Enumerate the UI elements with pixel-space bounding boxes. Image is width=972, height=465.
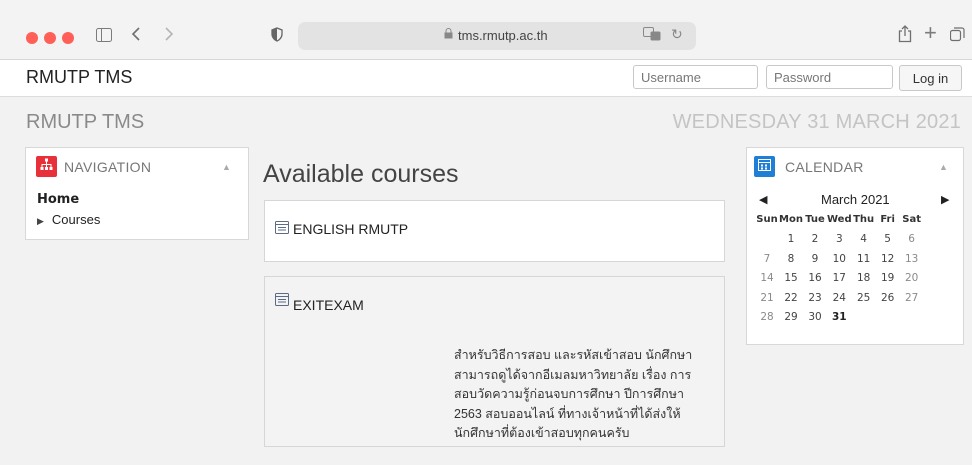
password-field[interactable] <box>766 65 893 89</box>
current-date: WEDNESDAY 31 MARCH 2021 <box>672 111 961 133</box>
calendar-empty-cell <box>755 230 779 250</box>
weekday-header: Thu <box>853 214 875 226</box>
previous-month-icon[interactable]: ◀ <box>759 193 767 206</box>
navigation-title: NAVIGATION <box>64 159 152 175</box>
calendar-month: March 2021 <box>821 192 890 207</box>
calendar-week: 21 22 23 24 25 26 27 <box>755 288 924 308</box>
calendar-week: 7 8 9 10 11 12 13 <box>755 249 924 269</box>
calendar-day: 24 <box>832 291 846 304</box>
calendar-empty-cell <box>852 308 876 328</box>
share-icon[interactable] <box>898 25 912 48</box>
calendar-day: 10 <box>832 252 846 265</box>
lock-icon <box>444 28 453 42</box>
calendar-day: 2 <box>811 233 819 246</box>
site-brand-link[interactable]: RMUTP TMS <box>26 67 132 88</box>
login-button[interactable]: Log in <box>899 65 962 91</box>
calendar-day: 11 <box>856 252 871 265</box>
calendar-empty-cell <box>900 308 924 328</box>
calendar-today: 31 <box>832 311 847 324</box>
username-field[interactable] <box>633 65 758 89</box>
course-box-english: ENGLISH RMUTP <box>264 200 725 262</box>
calendar-icon <box>754 156 775 177</box>
nav-courses-label: Courses <box>51 212 101 227</box>
calendar-day: 3 <box>835 233 843 246</box>
course-summary: สำหรับวิธีการสอบ และรหัสเข้าสอบ นักศึกษา… <box>454 348 693 440</box>
calendar-week: 28 29 30 31 <box>755 308 924 328</box>
expand-icon: ▶ <box>37 216 44 226</box>
calendar-day: 4 <box>860 233 867 246</box>
sitemap-icon <box>36 156 57 177</box>
forward-icon[interactable] <box>164 25 174 47</box>
nav-courses-link[interactable]: ▶ Courses <box>37 212 100 227</box>
calendar-title: CALENDAR <box>785 159 864 175</box>
calendar-day: 23 <box>808 291 822 304</box>
translate-icon[interactable] <box>643 27 661 44</box>
calendar-day: 1 <box>787 233 795 246</box>
calendar-grid: Sun Mon Tue Wed Thu Fri Sat 1 2 3 4 5 6 7 8 9 10 11 12 13 1… <box>755 210 924 327</box>
url-text: tms.rmutp.ac.th <box>458 28 548 43</box>
calendar-day: 19 <box>880 272 895 285</box>
weekday-header: Tue <box>805 214 825 226</box>
nav-home-link[interactable]: Home <box>37 192 79 207</box>
tabs-overview-icon[interactable] <box>949 25 965 47</box>
calendar-day: 8 <box>787 252 795 265</box>
calendar-day: 28 <box>760 311 774 324</box>
back-icon[interactable] <box>131 25 141 47</box>
calendar-empty-cell <box>876 308 900 328</box>
calendar-day: 7 <box>763 252 771 265</box>
page-title: RMUTP TMS <box>26 111 145 133</box>
calendar-day: 16 <box>808 272 822 285</box>
calendar-day: 21 <box>760 291 774 304</box>
calendar-day: 29 <box>784 311 798 324</box>
calendar-block: CALENDAR ▲ ◀ March 2021 ▶ Sun Mon Tue Wed Th… <box>746 147 964 345</box>
minimize-window-button[interactable] <box>44 32 56 44</box>
address-bar[interactable]: tms.rmutp.ac.th ↻ <box>298 22 696 50</box>
collapse-icon[interactable]: ▲ <box>939 162 948 172</box>
weekday-header: Sat <box>902 214 921 226</box>
zoom-window-button[interactable] <box>62 32 74 44</box>
weekday-header: Mon <box>779 214 803 226</box>
course-icon <box>275 221 289 237</box>
reload-icon[interactable]: ↻ <box>671 26 683 43</box>
calendar-day: 27 <box>904 291 919 304</box>
weekday-header: Wed <box>827 214 852 226</box>
calendar-day: 6 <box>908 233 915 246</box>
new-tab-icon[interactable]: + <box>924 22 937 44</box>
calendar-day: 18 <box>856 272 871 285</box>
course-box-exitexam: EXITEXAM สำหรับวิธีการสอบ และรหัสเข้าสอบ… <box>264 276 725 447</box>
calendar-day: 13 <box>904 252 919 265</box>
calendar-day: 5 <box>884 233 891 246</box>
close-window-button[interactable] <box>26 32 38 44</box>
collapse-icon[interactable]: ▲ <box>222 162 231 172</box>
privacy-shield-icon[interactable] <box>271 25 283 47</box>
calendar-day: 26 <box>880 291 895 304</box>
calendar-week: 1 2 3 4 5 6 <box>755 230 924 250</box>
weekday-header: Fri <box>880 214 895 226</box>
next-month-icon[interactable]: ▶ <box>941 193 949 206</box>
navigation-block: NAVIGATION ▲ Home ▶ Courses <box>25 147 249 240</box>
available-courses-heading: Available courses <box>263 160 459 188</box>
calendar-day: 25 <box>856 291 871 304</box>
course-name-link[interactable]: EXITEXAM <box>293 297 364 313</box>
calendar-day: 9 <box>811 252 819 265</box>
calendar-day: 12 <box>880 252 895 265</box>
course-name-link[interactable]: ENGLISH RMUTP <box>293 221 408 237</box>
calendar-day: 17 <box>832 272 846 285</box>
browser-toolbar: tms.rmutp.ac.th ↻ + <box>0 0 972 60</box>
calendar-day: 15 <box>784 272 798 285</box>
course-icon <box>275 293 289 309</box>
calendar-day: 30 <box>808 311 822 324</box>
site-navbar: RMUTP TMS Log in <box>0 60 972 97</box>
calendar-day: 14 <box>760 272 774 285</box>
calendar-week: 14 15 16 17 18 19 20 <box>755 269 924 289</box>
weekday-header: Sun <box>756 214 778 226</box>
sidebar-icon[interactable] <box>96 25 112 47</box>
calendar-day: 22 <box>784 291 798 304</box>
calendar-day: 20 <box>904 272 919 285</box>
